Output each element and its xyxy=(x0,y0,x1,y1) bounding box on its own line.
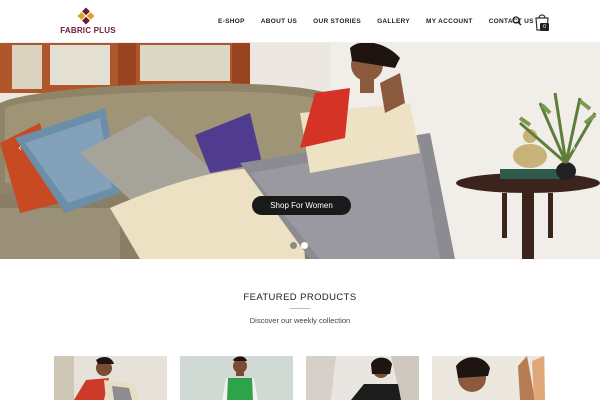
product-image xyxy=(432,356,545,400)
nav-item-my-account[interactable]: MY ACCOUNT xyxy=(426,18,473,25)
slider-prev-arrow[interactable]: ‹ xyxy=(18,143,22,154)
nav-item-our-stories[interactable]: OUR STORIES xyxy=(313,18,361,25)
shop-for-women-button[interactable]: Shop For Women xyxy=(252,196,351,215)
nav-item-about-us[interactable]: ABOUT US xyxy=(261,18,297,25)
product-card[interactable] xyxy=(306,356,419,400)
main-nav: E-SHOP ABOUT US OUR STORIES GALLERY MY A… xyxy=(210,0,542,43)
hero-slider: ‹ › Shop For Women xyxy=(0,43,600,259)
cart-count-badge: 0 xyxy=(540,23,549,31)
nav-item-gallery[interactable]: GALLERY xyxy=(377,18,410,25)
slider-dot-2-active[interactable] xyxy=(301,242,308,249)
slider-dot-1[interactable] xyxy=(290,242,297,249)
product-image xyxy=(54,356,167,400)
product-card[interactable] xyxy=(180,356,293,400)
product-card[interactable] xyxy=(54,356,167,400)
title-divider xyxy=(290,308,310,309)
featured-products-subtitle: Discover our weekly collection xyxy=(249,316,351,325)
product-grid xyxy=(54,356,546,400)
hero-image xyxy=(0,43,600,259)
logo-diamond-icon xyxy=(77,7,95,25)
logo-text: FABRIC PLUS xyxy=(60,26,116,35)
slider-next-arrow[interactable]: › xyxy=(572,143,576,154)
search-icon[interactable] xyxy=(512,16,522,26)
site-header: FABRIC PLUS E-SHOP ABOUT US OUR STORIES … xyxy=(0,0,600,43)
nav-item-eshop[interactable]: E-SHOP xyxy=(218,18,245,25)
product-image xyxy=(180,356,293,400)
featured-products-title: FEATURED PRODUCTS xyxy=(243,292,357,303)
product-image xyxy=(306,356,419,400)
product-card[interactable] xyxy=(432,356,545,400)
logo[interactable]: FABRIC PLUS xyxy=(56,7,120,37)
